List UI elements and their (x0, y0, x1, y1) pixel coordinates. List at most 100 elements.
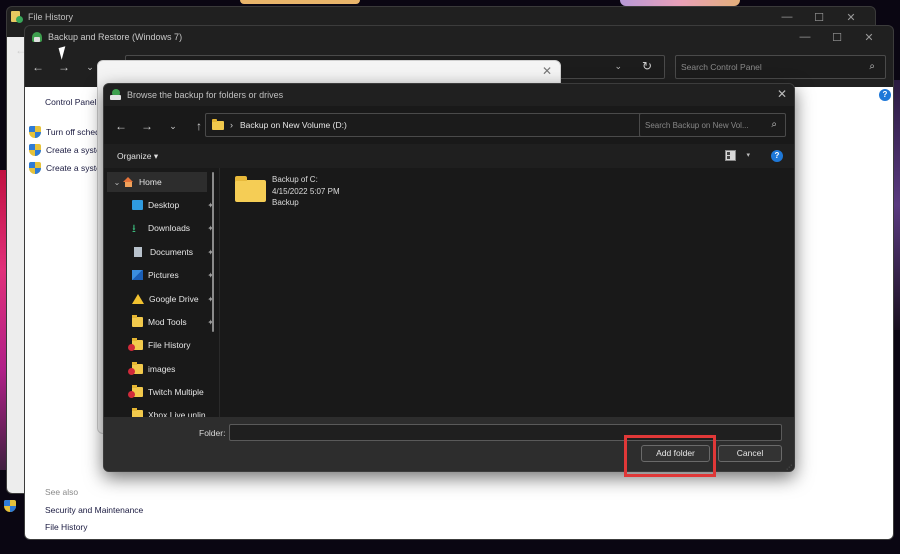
folder-icon (128, 362, 143, 375)
resize-grip-icon[interactable]: ⋰ (786, 464, 792, 471)
view-dropdown-icon[interactable]: ▾ (746, 151, 750, 159)
nav-item-label: Downloads (148, 223, 191, 233)
nav-item-mod-tools[interactable]: Mod Tools ✦ (104, 312, 216, 332)
backup-restore-icon (31, 31, 43, 43)
caption-buttons: — ☐ ✕ (771, 7, 867, 27)
wallpaper-detail (240, 0, 360, 4)
backup-restore-titlebar[interactable]: Backup and Restore (Windows 7) (25, 26, 893, 48)
nav-item-label: Desktop (148, 200, 180, 210)
error-badge-icon (128, 391, 135, 398)
close-icon[interactable]: ✕ (777, 87, 787, 101)
folder-icon (128, 385, 143, 398)
nav-item-xbox-live[interactable]: Xbox Live unlin (104, 405, 216, 417)
nav-item-label: Google Drive (149, 294, 199, 304)
file-history-link[interactable]: File History (45, 522, 88, 532)
file-history-icon (11, 11, 23, 23)
refresh-icon[interactable]: ↻ (642, 59, 652, 73)
cancel-button[interactable]: Cancel (718, 445, 782, 462)
maximize-button[interactable]: ☐ (803, 11, 835, 24)
command-bar: Organize ▾ ▾ ? (104, 144, 794, 168)
navigation-pane: ⌄ Home Desktop ✦ Downloads ✦ Documents ✦… (104, 168, 219, 417)
nav-item-label: Documents (150, 247, 193, 257)
folder-icon (132, 315, 143, 327)
highlight-annotation-box (624, 435, 716, 477)
breadcrumb-separator-icon[interactable]: › (230, 120, 233, 130)
nav-item-label: Pictures (148, 270, 179, 280)
maximize-button[interactable]: ☐ (821, 31, 853, 44)
file-details: Backup of C: 4/15/2022 5:07 PM Backup (272, 174, 340, 209)
home-icon (123, 177, 134, 187)
help-icon[interactable]: ? (771, 150, 783, 162)
organize-menu-button[interactable]: Organize ▾ (117, 151, 158, 162)
browse-backup-dialog: Browse the backup for folders or drives … (103, 83, 795, 472)
desktop-icon (132, 200, 143, 210)
file-item-backup-of-c[interactable]: Backup of C: 4/15/2022 5:07 PM Backup (235, 174, 340, 209)
google-drive-icon (132, 294, 144, 304)
documents-icon (134, 247, 142, 257)
nav-item-label: Twitch Multiple (148, 387, 204, 397)
folder-icon (132, 408, 143, 417)
dialog-titlebar[interactable]: Browse the backup for folders or drives … (104, 84, 794, 106)
close-button[interactable]: ✕ (835, 11, 867, 24)
minimize-button[interactable]: — (771, 11, 803, 23)
nav-item-label: Mod Tools (148, 317, 187, 327)
error-badge-icon (128, 368, 135, 375)
folder-icon (212, 118, 224, 130)
pictures-icon (132, 270, 143, 280)
dialog-title: Browse the backup for folders or drives (127, 90, 284, 100)
search-icon[interactable]: ⌕ (771, 119, 777, 130)
close-icon[interactable]: ✕ (542, 64, 552, 78)
nav-item-label: Xbox Live unlin (148, 410, 206, 417)
nav-item-label: Home (139, 177, 162, 187)
search-placeholder: Search Control Panel (681, 62, 762, 72)
shield-icon (29, 144, 41, 156)
nav-item-twitch-multiple[interactable]: Twitch Multiple (104, 382, 216, 402)
back-arrow-icon[interactable]: ← (25, 60, 51, 74)
breadcrumb-path[interactable]: Backup on New Volume (D:) (240, 120, 347, 130)
file-type: Backup (272, 198, 299, 207)
nav-item-label: images (148, 364, 176, 374)
forward-arrow-icon[interactable]: → (134, 119, 160, 133)
shield-icon (4, 500, 16, 512)
chevron-down-icon[interactable]: ⌄ (614, 61, 622, 72)
nav-item-downloads[interactable]: Downloads ✦ (104, 218, 216, 239)
recent-locations-chevron-icon[interactable]: ⌄ (160, 121, 186, 132)
shield-icon (29, 162, 41, 174)
nav-item-images[interactable]: images (104, 359, 216, 379)
view-options-icon[interactable] (725, 150, 736, 161)
minimize-button[interactable]: — (789, 31, 821, 43)
folder-icon (128, 338, 143, 351)
nav-pane-scrollbar[interactable] (212, 172, 214, 332)
file-history-titlebar[interactable]: File History (7, 7, 875, 27)
search-icon[interactable]: ⌕ (869, 61, 875, 72)
shield-icon (29, 126, 41, 138)
nav-item-file-history[interactable]: File History (104, 335, 216, 355)
help-icon[interactable]: ? (879, 89, 891, 101)
downloads-icon (132, 220, 143, 239)
expand-chevron-icon[interactable]: ⌄ (111, 178, 123, 187)
search-control-panel-input[interactable]: Search Control Panel ⌕ (675, 55, 886, 79)
back-arrow-icon[interactable]: ← (108, 119, 134, 133)
file-list: Backup of C: 4/15/2022 5:07 PM Backup (220, 168, 794, 417)
close-button[interactable]: ✕ (853, 31, 885, 44)
folder-label: Folder: (199, 428, 226, 438)
error-badge-icon (128, 344, 135, 351)
file-name: Backup of C: (272, 175, 318, 184)
nav-item-documents[interactable]: Documents ✦ (104, 242, 216, 262)
security-maintenance-link[interactable]: Security and Maintenance (45, 505, 143, 515)
dialog-search-input[interactable]: Search Backup on New Vol... ⌕ (639, 113, 786, 137)
caption-buttons: — ☐ ✕ (789, 26, 885, 48)
forward-arrow-icon[interactable]: → (51, 60, 77, 74)
nav-item-desktop[interactable]: Desktop ✦ (104, 195, 216, 215)
nav-item-google-drive[interactable]: Google Drive ✦ (104, 289, 216, 309)
window-title: Backup and Restore (Windows 7) (48, 32, 183, 42)
nav-item-home[interactable]: ⌄ Home (107, 172, 207, 192)
backup-icon (110, 89, 122, 101)
file-date: 4/15/2022 5:07 PM (272, 186, 340, 196)
search-placeholder: Search Backup on New Vol... (645, 121, 749, 130)
nav-item-label: File History (148, 340, 191, 350)
nav-item-pictures[interactable]: Pictures ✦ (104, 265, 216, 285)
folder-icon (235, 176, 266, 202)
window-title: File History (28, 12, 74, 22)
see-also-heading: See also (45, 487, 79, 497)
